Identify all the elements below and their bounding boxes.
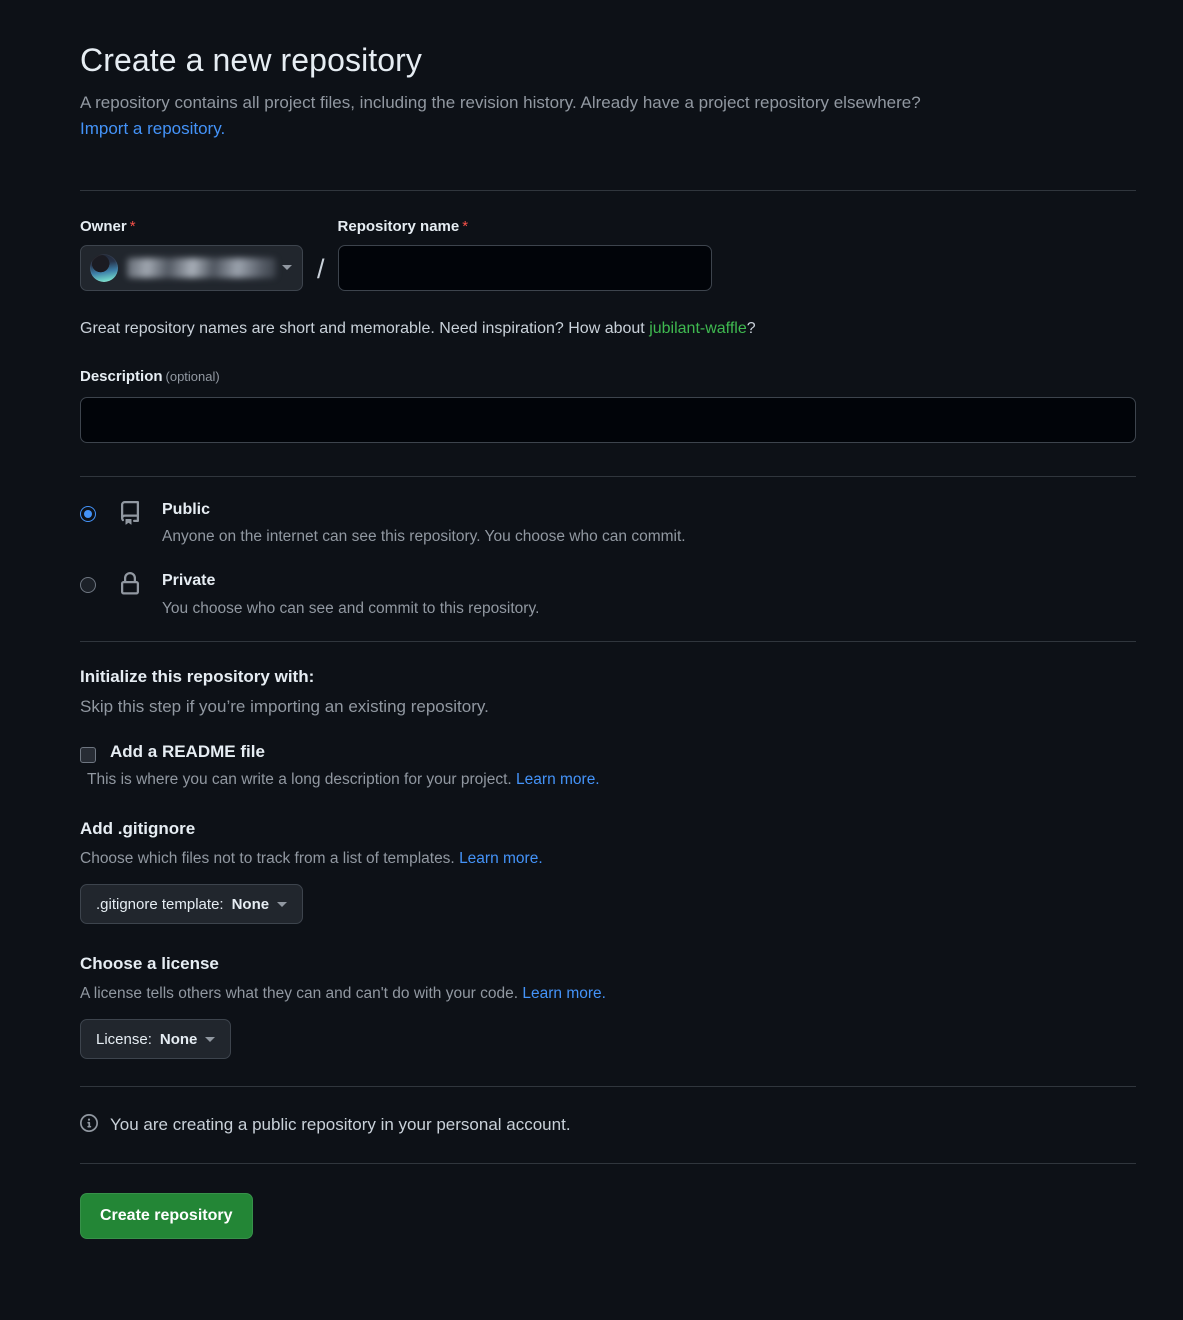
lock-icon: [118, 571, 142, 601]
gitignore-template-dropdown[interactable]: .gitignore template: None: [80, 884, 304, 925]
license-heading: Choose a license: [80, 954, 219, 974]
owner-label: Owner *: [80, 217, 136, 235]
visibility-option-public[interactable]: Public Anyone on the internet can see th…: [80, 499, 1136, 548]
repo-name-input[interactable]: [337, 244, 712, 291]
readme-learn-more-link[interactable]: Learn more.: [516, 771, 600, 788]
initialize-subheading: Skip this step if you’re importing an ex…: [80, 697, 489, 717]
create-repository-page: Create a new repository A repository con…: [0, 0, 1183, 1320]
readme-description: This is where you can write a long descr…: [87, 771, 1136, 789]
hint-suffix: ?: [746, 319, 756, 337]
license-dropdown[interactable]: License: None: [80, 1019, 232, 1060]
private-radio-button[interactable]: [80, 576, 96, 593]
public-title: Public: [162, 500, 211, 518]
import-repository-link[interactable]: Import a repository.: [80, 119, 225, 138]
owner-required-marker: *: [129, 217, 136, 235]
gitignore-button-value: None: [231, 895, 270, 913]
chevron-down-icon: [205, 1036, 216, 1042]
subtitle-text: A repository contains all project files,…: [80, 93, 921, 112]
description-label: Description (optional): [80, 367, 220, 385]
create-repository-button[interactable]: Create repository: [80, 1193, 253, 1240]
page-subtitle: A repository contains all project files,…: [80, 90, 1136, 143]
owner-name-row: Owner * / Repository name *: [80, 218, 1136, 291]
public-option-text: Public Anyone on the internet can see th…: [162, 499, 686, 548]
divider-footer-bottom: [80, 1163, 1136, 1165]
chevron-down-icon: [277, 901, 288, 907]
divider-visibility: [80, 641, 1136, 643]
gitignore-section: Add .gitignore Choose which files not to…: [80, 819, 1136, 925]
initialize-heading: Initialize this repository with:: [80, 667, 315, 687]
owner-select-dropdown[interactable]: [80, 244, 303, 291]
public-description: Anyone on the internet can see this repo…: [162, 528, 686, 546]
repo-name-hint: Great repository names are short and mem…: [80, 320, 1136, 338]
visibility-info-banner: You are creating a public repository in …: [80, 1113, 1136, 1137]
owner-name-separator: /: [317, 253, 325, 284]
initialize-section: Initialize this repository with: Skip th…: [80, 667, 1136, 789]
license-learn-more-link[interactable]: Learn more.: [522, 985, 606, 1002]
license-button-value: None: [159, 1030, 198, 1048]
owner-username-redacted: [127, 257, 276, 278]
gitignore-learn-more-link[interactable]: Learn more.: [459, 850, 543, 867]
license-description-text: A license tells others what they can and…: [80, 985, 519, 1003]
owner-field-group: Owner *: [80, 218, 303, 291]
repo-book-icon: [118, 500, 142, 530]
visibility-option-private[interactable]: Private You choose who can see and commi…: [80, 570, 1136, 619]
readme-option-text: Add a README file: [110, 742, 265, 762]
gitignore-button-prefix: .gitignore template:: [96, 895, 224, 913]
description-field-group: Description (optional): [80, 368, 1136, 443]
divider-footer-top: [80, 1086, 1136, 1088]
gitignore-description-text: Choose which files not to track from a l…: [80, 850, 455, 868]
repo-name-required-marker: *: [462, 217, 469, 235]
license-button-prefix: License:: [96, 1030, 152, 1048]
readme-checkbox[interactable]: [80, 747, 96, 764]
hint-prefix: Great repository names are short and mem…: [80, 319, 650, 337]
description-optional-tag: (optional): [165, 368, 220, 384]
license-description: A license tells others what they can and…: [80, 985, 1136, 1003]
public-radio-button[interactable]: [80, 505, 96, 522]
gitignore-heading: Add .gitignore: [80, 819, 196, 839]
private-option-text: Private You choose who can see and commi…: [162, 570, 539, 619]
repo-name-field-group: Repository name *: [337, 217, 712, 291]
readme-description-text: This is where you can write a long descr…: [87, 771, 512, 789]
description-input[interactable]: [80, 396, 1136, 443]
divider-description: [80, 475, 1136, 477]
license-section: Choose a license A license tells others …: [80, 954, 1136, 1060]
readme-option-row[interactable]: Add a README file: [80, 742, 1136, 764]
repo-name-label: Repository name *: [337, 217, 469, 235]
suggested-name-link[interactable]: jubilant-waffle: [649, 320, 747, 337]
private-description: You choose who can see and commit to thi…: [162, 599, 540, 617]
info-banner-text: You are creating a public repository in …: [110, 1115, 571, 1135]
page-title: Create a new repository: [80, 42, 423, 78]
visibility-group: Public Anyone on the internet can see th…: [80, 499, 1136, 620]
info-circle-icon: [80, 1114, 98, 1137]
private-title: Private: [162, 571, 216, 589]
user-avatar-icon: [90, 253, 118, 282]
readme-label: Add a README file: [110, 742, 265, 762]
divider-header: [80, 189, 1136, 191]
chevron-down-icon: [282, 265, 292, 271]
gitignore-description: Choose which files not to track from a l…: [80, 850, 1136, 868]
